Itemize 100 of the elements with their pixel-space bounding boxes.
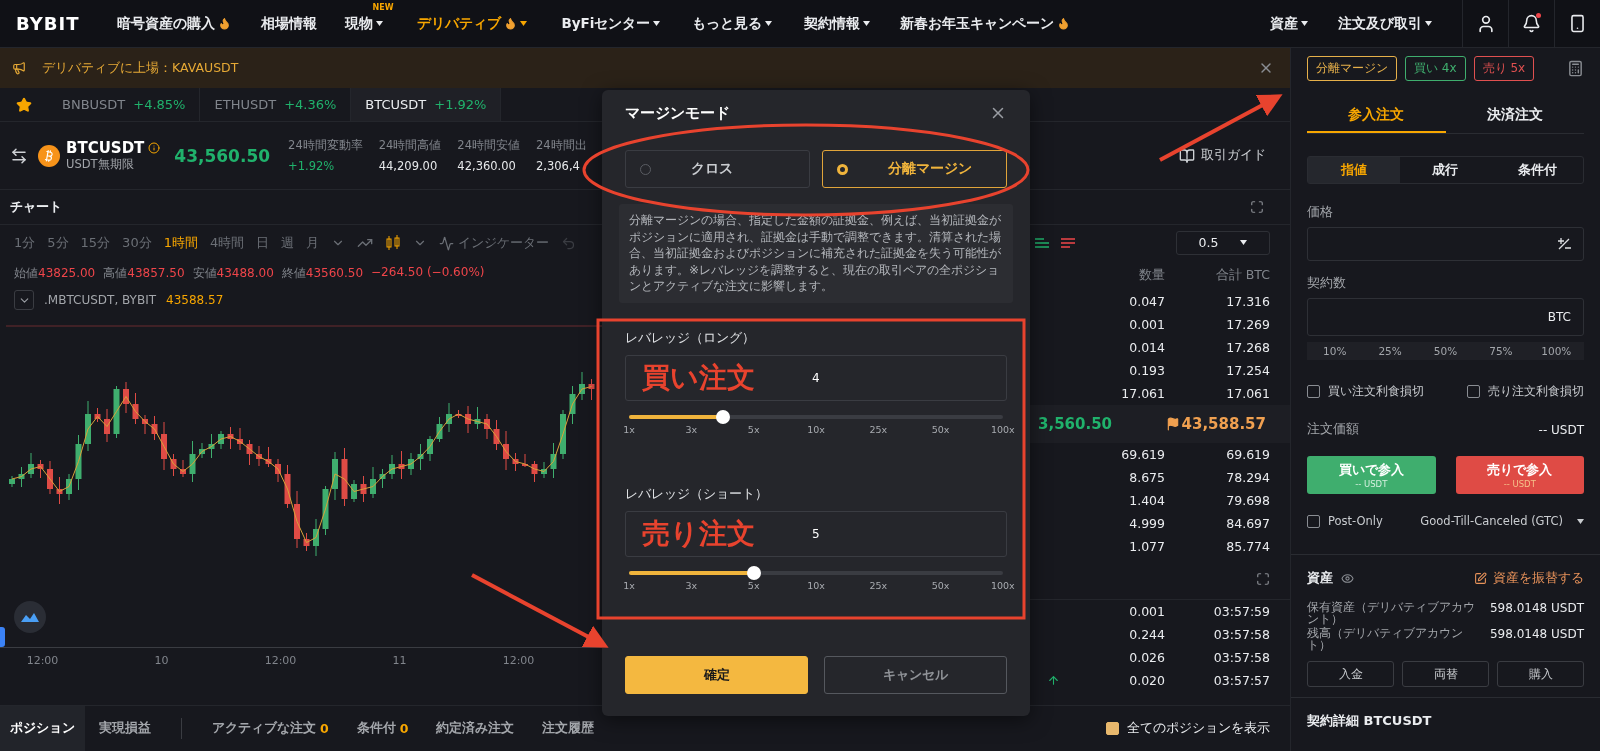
checkbox[interactable] bbox=[1467, 385, 1480, 398]
leverage-slider[interactable] bbox=[629, 565, 1003, 580]
slider-thumb[interactable] bbox=[746, 565, 761, 580]
leverage-input[interactable]: 売り注文 5 bbox=[625, 510, 1007, 557]
position-tab[interactable]: 注文履歴 bbox=[528, 706, 609, 751]
order-type-option[interactable]: 条件付 bbox=[1491, 157, 1583, 183]
nav-item[interactable]: 新春お年玉キャンペーン bbox=[900, 14, 1071, 33]
asset-button[interactable]: 両替 bbox=[1402, 661, 1489, 688]
margin-tag[interactable]: 分離マージン bbox=[1307, 55, 1397, 81]
interval-option[interactable]: 4時間 bbox=[209, 234, 245, 252]
nav-item[interactable]: 契約情報 bbox=[804, 14, 871, 33]
plus-minus-icon[interactable] bbox=[1557, 237, 1571, 251]
expand-icon[interactable] bbox=[1250, 200, 1264, 214]
margin-tag[interactable]: 売り 5x bbox=[1473, 55, 1535, 81]
interval-option[interactable]: 月 bbox=[306, 234, 320, 252]
stat-label: 24時間変動率 bbox=[288, 138, 363, 153]
ticker-tab[interactable]: BNBUSDT +4.85% bbox=[48, 88, 201, 121]
stat-label: 24時間安値 bbox=[457, 138, 520, 153]
confirm-button[interactable]: 確定 bbox=[625, 656, 808, 694]
bid-total: 79.698 bbox=[1225, 493, 1270, 508]
contract-type: USDT無期限 bbox=[66, 157, 135, 172]
asset-label: 残高（デリバティブアカウント） bbox=[1307, 627, 1464, 652]
checkbox-label: 全てのポジションを表示 bbox=[1127, 720, 1270, 737]
bid-quantity: 4.999 bbox=[1128, 516, 1165, 531]
asset-button[interactable]: 入金 bbox=[1307, 661, 1394, 688]
asks-view-icon[interactable] bbox=[1060, 235, 1076, 250]
interval-option[interactable]: 1時間 bbox=[163, 234, 198, 252]
nav-item[interactable]: 資産 bbox=[1270, 14, 1308, 33]
nav-item[interactable]: デリバティブ bbox=[417, 14, 528, 33]
leverage-input[interactable]: 買い注文 4 bbox=[625, 354, 1007, 401]
interval-option[interactable]: 30分 bbox=[122, 234, 152, 252]
asset-button[interactable]: 購入 bbox=[1497, 661, 1584, 688]
stat-label: 24時間出 bbox=[536, 138, 587, 153]
smartphone-icon[interactable] bbox=[1568, 14, 1587, 33]
leverage-slider[interactable] bbox=[629, 409, 1003, 424]
margin-mode-option[interactable]: クロス bbox=[625, 150, 810, 188]
percent-option[interactable]: 100% bbox=[1528, 342, 1584, 360]
nav-item[interactable]: 暗号資産の購入 bbox=[117, 14, 232, 33]
order-tab[interactable]: 決済注文 bbox=[1445, 98, 1584, 133]
transfer-link[interactable]: 資産を振替する bbox=[1493, 569, 1584, 587]
interval-option[interactable]: 日 bbox=[256, 234, 270, 252]
checkbox[interactable] bbox=[1307, 385, 1320, 398]
interval-option[interactable]: 5分 bbox=[47, 234, 69, 252]
margin-tag[interactable]: 買い 4x bbox=[1405, 55, 1466, 81]
megaphone-icon bbox=[12, 61, 26, 75]
favorite-star-icon[interactable] bbox=[16, 96, 32, 113]
ask-total: 17.316 bbox=[1225, 294, 1270, 309]
flag-icon bbox=[1165, 417, 1180, 431]
quantity-input[interactable]: BTC bbox=[1307, 298, 1584, 336]
asset-value: 598.0148 USDT bbox=[1489, 601, 1584, 615]
price-input[interactable] bbox=[1307, 227, 1584, 261]
time-in-force-select[interactable]: Good-Till-Canceled (GTC) bbox=[1420, 514, 1584, 528]
ask-total: 17.254 bbox=[1225, 363, 1270, 378]
mark-price: 43,588.57 bbox=[1181, 415, 1266, 433]
symbol-name[interactable]: BTCUSDT bbox=[66, 139, 145, 157]
notification-bell-icon[interactable] bbox=[1522, 14, 1541, 33]
nav-item[interactable]: 注文及び取引 bbox=[1338, 14, 1432, 33]
interval-option[interactable]: 15分 bbox=[80, 234, 111, 252]
nav-item[interactable]: もっと見る bbox=[692, 14, 773, 33]
percent-option[interactable]: 50% bbox=[1417, 342, 1474, 360]
interval-option[interactable]: 週 bbox=[281, 234, 295, 252]
nav-item[interactable]: 相場情報 bbox=[261, 14, 318, 33]
tick-label: 3x bbox=[684, 423, 699, 435]
order-type-option[interactable]: 指値 bbox=[1308, 157, 1400, 183]
trade-quantity: 0.244 bbox=[1128, 627, 1165, 642]
nav-item[interactable]: ByFiセンター bbox=[561, 14, 661, 33]
percent-option[interactable]: 10% bbox=[1307, 342, 1363, 360]
side-panel-handle[interactable] bbox=[0, 627, 5, 647]
eye-icon[interactable] bbox=[1341, 571, 1354, 585]
interval-option[interactable]: 1分 bbox=[14, 234, 36, 252]
checkbox[interactable] bbox=[1106, 722, 1119, 735]
bybit-logo[interactable]: BYBIT bbox=[16, 13, 80, 34]
checkbox[interactable] bbox=[1307, 514, 1320, 528]
indicators-button[interactable]: インジケーター bbox=[458, 234, 550, 252]
position-tab[interactable]: 条件付 0 bbox=[342, 706, 423, 751]
order-tab[interactable]: 参入注文 bbox=[1307, 98, 1446, 133]
expand-icon[interactable] bbox=[1256, 571, 1270, 586]
nav-item[interactable]: 現物 bbox=[345, 14, 384, 33]
trading-guide-link[interactable]: 取引ガイド bbox=[1201, 147, 1266, 164]
margin-mode-option[interactable]: 分離マージン bbox=[822, 150, 1007, 188]
announcement-text[interactable]: デリバティブに上場：KAVAUSDT bbox=[42, 59, 239, 77]
ticker-tab[interactable]: BTCUSDT +1.92% bbox=[351, 88, 502, 121]
trade-time: 03:57:59 bbox=[1212, 604, 1270, 619]
swap-icon[interactable] bbox=[10, 146, 28, 165]
percent-option[interactable]: 25% bbox=[1362, 342, 1418, 360]
bid-total: 84.697 bbox=[1225, 516, 1270, 531]
position-tab[interactable]: アクティブな注文 0 bbox=[198, 706, 343, 751]
price-step-select[interactable]: 0.5 bbox=[1176, 230, 1270, 255]
cancel-button[interactable]: キャンセル bbox=[824, 656, 1007, 694]
last-price: 43,560.50 bbox=[174, 145, 271, 166]
order-type-option[interactable]: 成行 bbox=[1399, 157, 1492, 183]
position-tab[interactable]: 実現損益 bbox=[85, 706, 165, 751]
percent-option[interactable]: 75% bbox=[1473, 342, 1529, 360]
calculator-icon[interactable] bbox=[1567, 59, 1584, 77]
position-tab[interactable]: ポジション bbox=[0, 706, 85, 751]
trade-button[interactable]: 売りで参入 -- USDT bbox=[1455, 456, 1584, 494]
bids-view-icon[interactable] bbox=[1034, 235, 1050, 250]
position-tab[interactable]: 約定済み注文 bbox=[422, 706, 529, 751]
slider-thumb[interactable] bbox=[715, 409, 730, 424]
candlestick-icon[interactable] bbox=[385, 235, 402, 251]
